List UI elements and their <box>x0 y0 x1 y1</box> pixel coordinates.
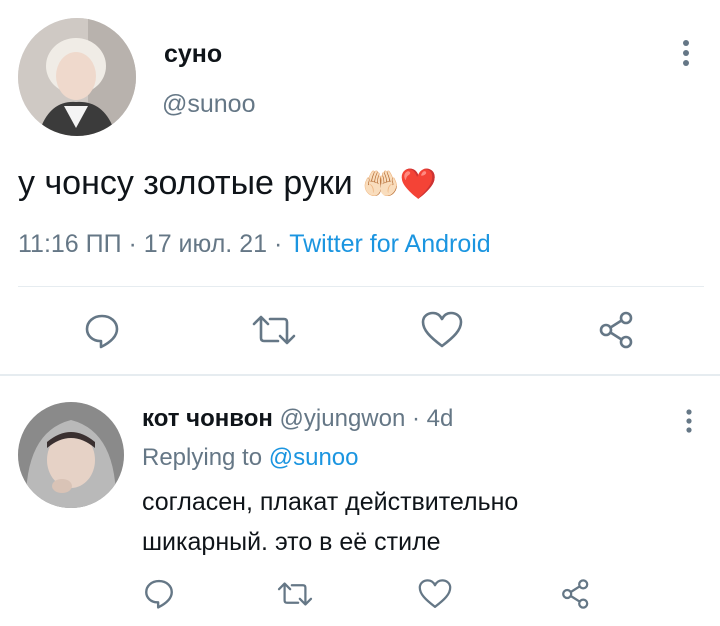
tweet-meta: 11:16 ПП · 17 июл. 21 · Twitter for Andr… <box>18 230 491 259</box>
reply-share-button[interactable] <box>560 578 592 610</box>
share-icon <box>562 579 589 609</box>
tweet-text: у чонсу золотые руки 🤲🏻❤️ <box>18 164 437 203</box>
comment-bubble-icon <box>145 579 173 609</box>
avatar-yjungwon[interactable] <box>18 402 124 508</box>
tweet-separator <box>0 374 720 376</box>
retweet-button[interactable] <box>250 310 298 350</box>
replying-to: Replying to @sunoo <box>142 444 359 472</box>
heart-icon <box>418 579 452 608</box>
tweet-emoji: 🤲🏻❤️ <box>362 168 437 201</box>
display-name[interactable]: суно <box>164 40 222 69</box>
retweet-icon <box>252 315 296 345</box>
reply-retweet-button[interactable] <box>275 578 315 610</box>
retweet-icon <box>277 582 313 606</box>
reply-header: кот чонвон @yjungwon · 4d <box>142 405 453 433</box>
reply-like-button[interactable] <box>417 578 453 610</box>
tweet-text-body: у чонсу золотые руки <box>18 164 353 202</box>
reply-text-line-2: шикарный. это в её стиле <box>142 528 441 556</box>
reply-button[interactable] <box>82 310 122 350</box>
reply-handle-time[interactable]: @yjungwon · 4d <box>280 405 454 432</box>
reply-more-vertical-icon[interactable] <box>682 408 696 436</box>
avatar-image <box>18 18 136 136</box>
comment-bubble-icon <box>85 314 119 349</box>
more-vertical-icon[interactable] <box>678 38 694 70</box>
source-link[interactable]: Twitter for Android <box>289 230 490 258</box>
reply-reply-button[interactable] <box>142 576 176 610</box>
avatar-image <box>18 402 124 508</box>
avatar-sunoo[interactable] <box>18 18 136 136</box>
meta-divider <box>18 286 704 287</box>
like-button[interactable] <box>420 310 464 350</box>
reply-text-line-1: согласен, плакат действительно <box>142 488 519 516</box>
replying-prefix: Replying to <box>142 444 269 471</box>
timestamp[interactable]: 11:16 ПП · 17 июл. 21 · <box>18 230 289 258</box>
handle[interactable]: @sunoo <box>162 90 256 119</box>
share-button[interactable] <box>597 310 637 350</box>
replying-to-link[interactable]: @sunoo <box>269 444 359 471</box>
reply-display-name[interactable]: кот чонвон <box>142 405 273 432</box>
share-icon <box>599 311 633 349</box>
heart-icon <box>421 311 463 348</box>
